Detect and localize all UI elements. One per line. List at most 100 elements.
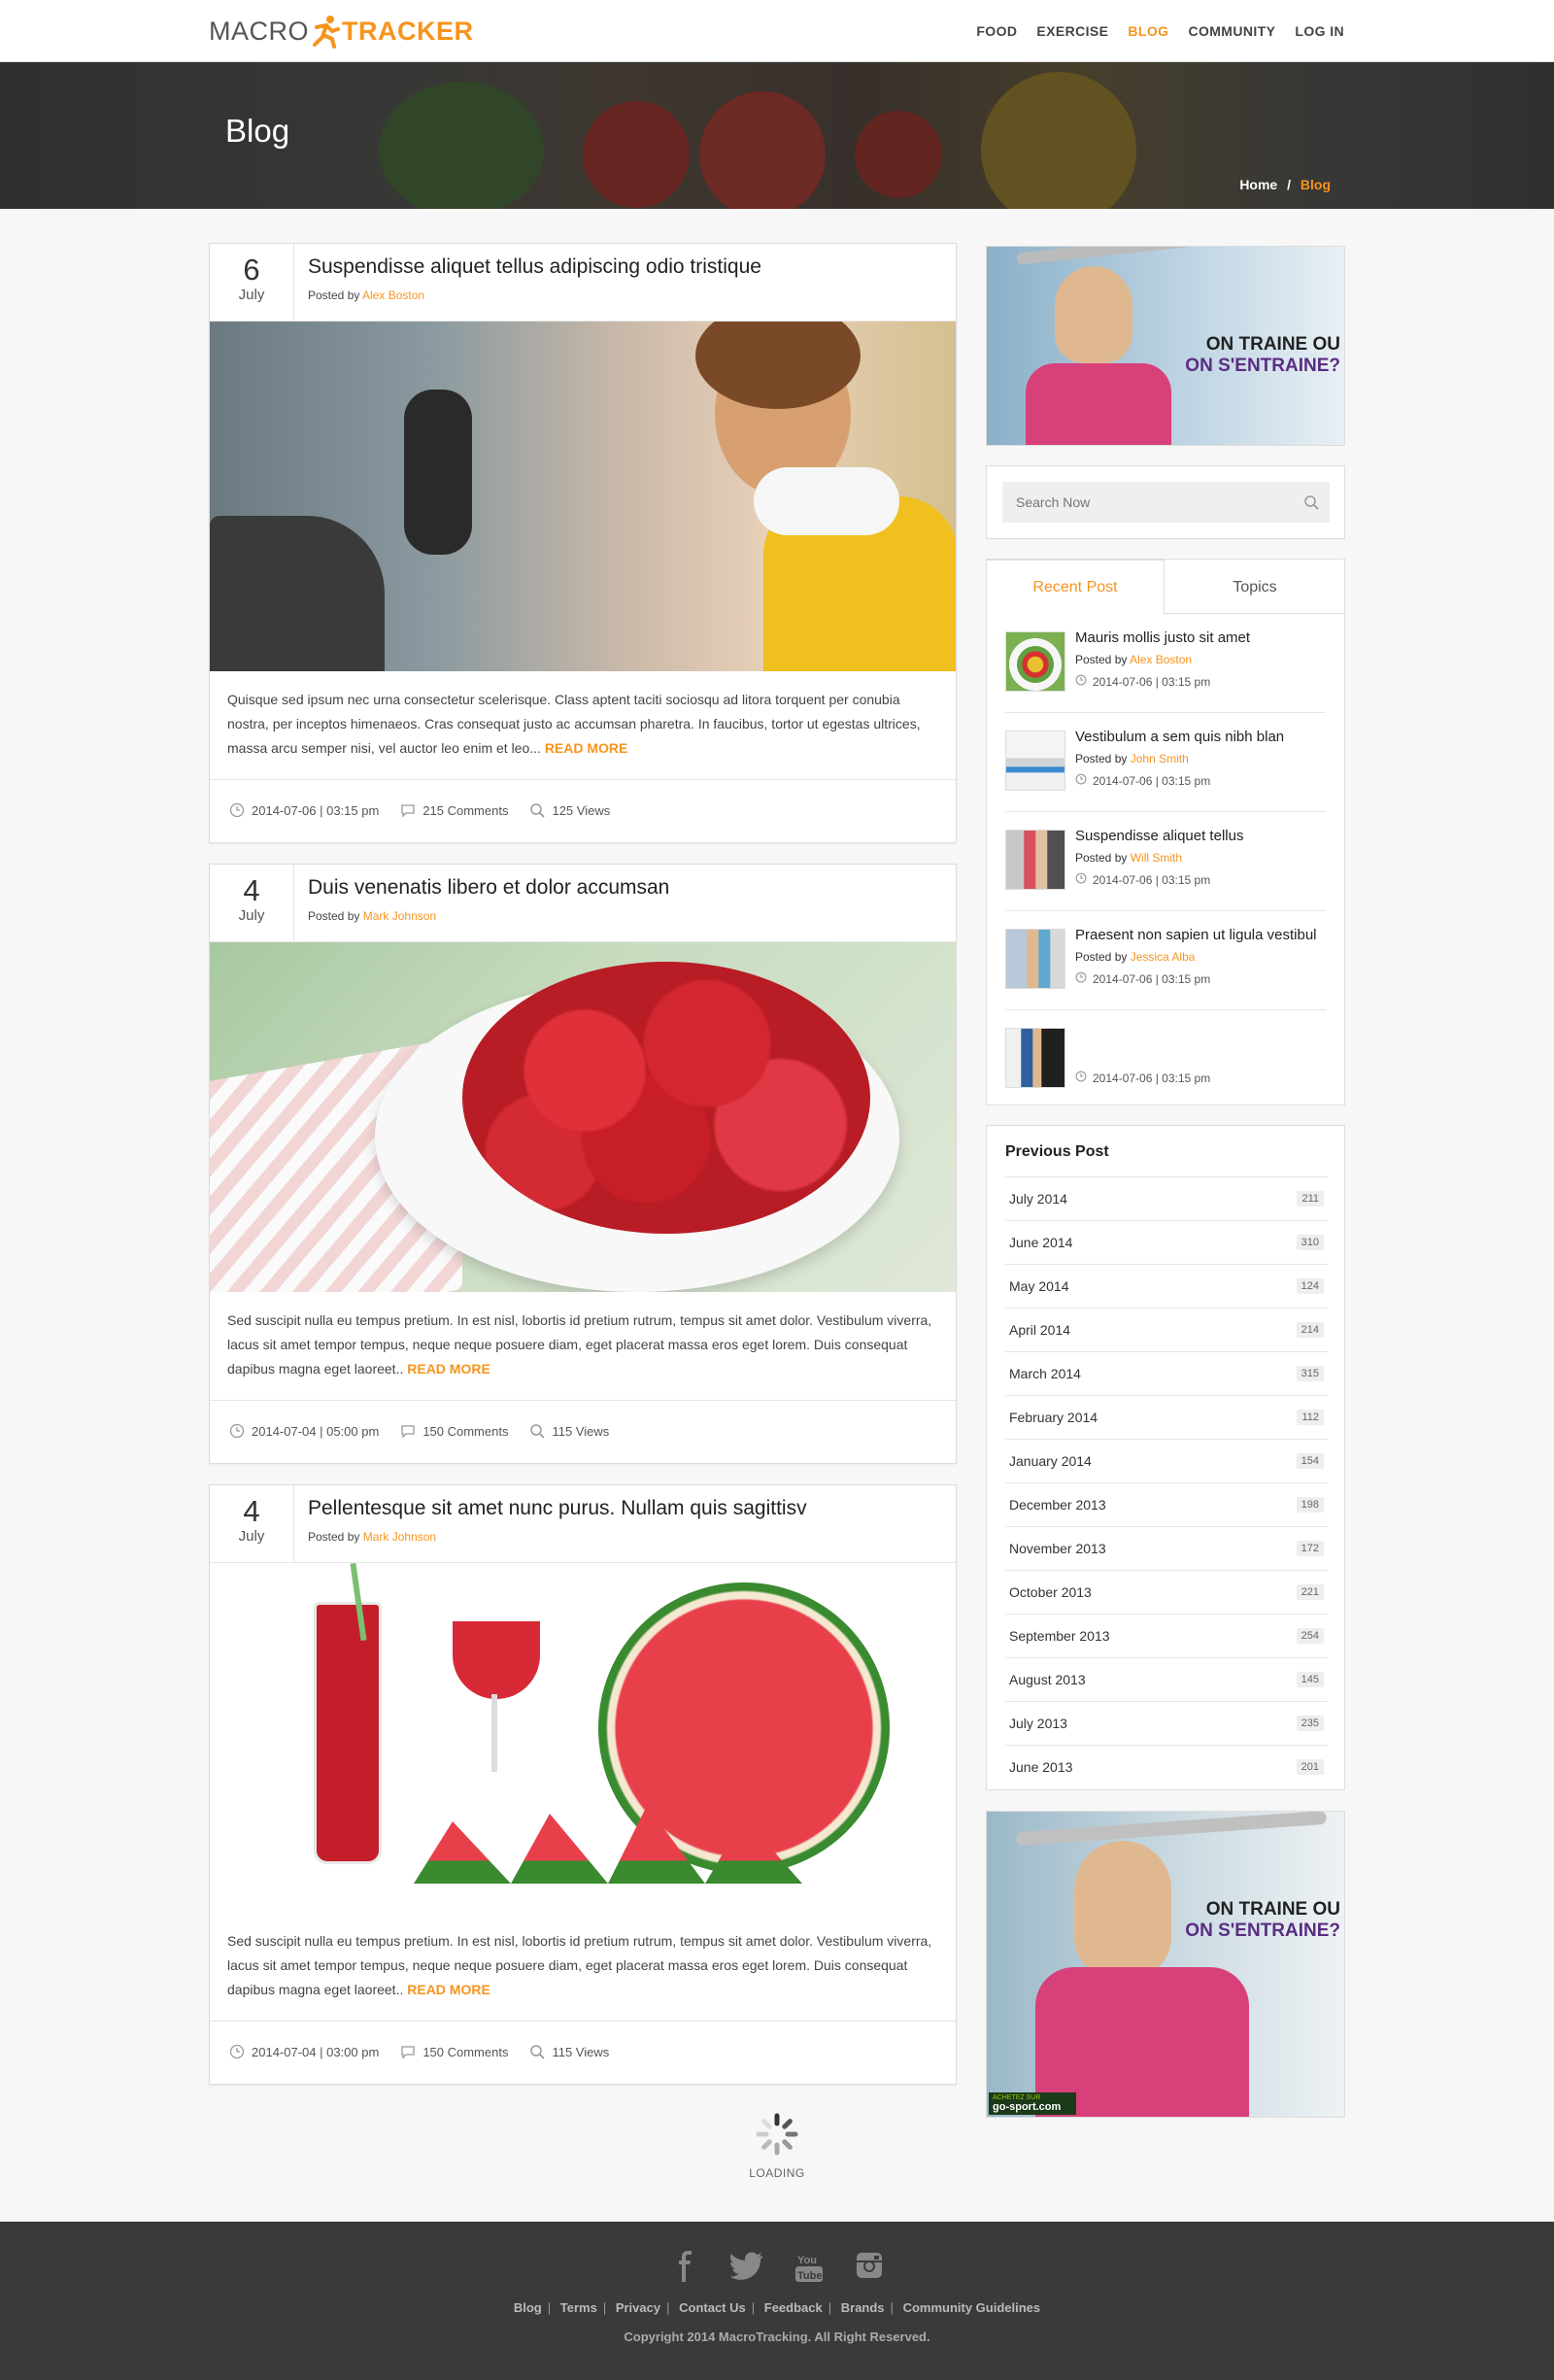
recent-post-thumb: [1005, 1028, 1065, 1088]
blog-post: 4 July Pellentesque sit amet nunc purus.…: [209, 1484, 957, 2085]
blog-post: 4 July Duis venenatis libero et dolor ac…: [209, 864, 957, 1464]
archive-item[interactable]: May 2014 124: [1005, 1264, 1328, 1308]
clock-icon: [229, 2044, 245, 2062]
recent-post-item[interactable]: Mauris mollis justo sit amet Posted by A…: [1005, 614, 1326, 713]
archive-item[interactable]: June 2013 201: [1005, 1745, 1328, 1788]
footer-link-blog[interactable]: Blog: [514, 2300, 542, 2315]
tab-recent-post[interactable]: Recent Post: [986, 560, 1165, 615]
breadcrumb-home[interactable]: Home: [1239, 177, 1277, 192]
count-badge: 254: [1296, 1628, 1324, 1644]
post-meta: 2014-07-04 | 05:00 pm 150 Comments 115 V…: [210, 1401, 956, 1463]
main-nav: FOOD EXERCISE BLOG COMMUNITY LOG IN: [976, 0, 1344, 62]
post-title[interactable]: Pellentesque sit amet nunc purus. Nullam…: [308, 1497, 807, 1520]
clock-icon: [1075, 1071, 1087, 1085]
post-image-strawberries[interactable]: [210, 942, 956, 1292]
footer-link-terms[interactable]: Terms: [560, 2300, 597, 2315]
post-excerpt: Sed suscipit nulla eu tempus pretium. In…: [210, 1913, 956, 2022]
count-badge: 201: [1296, 1759, 1324, 1775]
facebook-icon[interactable]: [670, 2251, 699, 2289]
archive-item[interactable]: October 2013 221: [1005, 1570, 1328, 1614]
post-date: 4 July: [210, 865, 294, 942]
ad-line-2: ON S'ENTRAINE?: [1185, 1921, 1340, 1941]
footer-link-guidelines[interactable]: Community Guidelines: [903, 2300, 1041, 2315]
archive-item[interactable]: September 2013 254: [1005, 1614, 1328, 1657]
blog-post: 6 July Suspendisse aliquet tellus adipis…: [209, 243, 957, 843]
archive-item[interactable]: June 2014 310: [1005, 1220, 1328, 1264]
clock-icon: [1075, 773, 1087, 788]
archive-item[interactable]: February 2014 112: [1005, 1395, 1328, 1439]
sidebar-ad-bottom[interactable]: ON TRAINE OU ON S'ENTRAINE? ACHETEZ SUR …: [986, 1811, 1345, 2118]
post-author: Posted by Alex Boston: [308, 289, 425, 302]
nav-food[interactable]: FOOD: [976, 23, 1017, 39]
woman-head-shape: [1055, 266, 1132, 363]
footer-link-contact[interactable]: Contact Us: [679, 2300, 746, 2315]
search-input[interactable]: [1002, 482, 1330, 523]
recent-post-item[interactable]: Suspendisse aliquet tellus Posted by Wil…: [1005, 812, 1326, 911]
post-meta: 2014-07-06 | 03:15 pm 215 Comments 125 V…: [210, 780, 956, 842]
nav-community[interactable]: COMMUNITY: [1188, 23, 1275, 39]
tab-topics[interactable]: Topics: [1165, 560, 1345, 615]
post-image-woman-cycling[interactable]: [210, 322, 956, 671]
footer-link-brands[interactable]: Brands: [841, 2300, 885, 2315]
clock-icon: [1075, 674, 1087, 689]
archive-item[interactable]: July 2013 235: [1005, 1701, 1328, 1745]
nav-blog[interactable]: BLOG: [1128, 23, 1168, 39]
instagram-icon[interactable]: [855, 2251, 884, 2289]
archive-item[interactable]: January 2014 154: [1005, 1439, 1328, 1482]
archive-item[interactable]: March 2014 315: [1005, 1351, 1328, 1395]
sidebar-ad-top[interactable]: ON TRAINE OU ON S'ENTRAINE?: [986, 246, 1345, 446]
hero-banner: Blog Home / Blog: [0, 62, 1554, 209]
svg-text:Tube: Tube: [797, 2270, 822, 2282]
archive-item[interactable]: July 2014 211: [1005, 1176, 1328, 1220]
post-author: Posted by Mark Johnson: [308, 1530, 437, 1544]
archive-list: July 2014 211 June 2014 310 May 2014 124 Ap…: [1005, 1176, 1328, 1788]
sidebar-search: [986, 465, 1345, 539]
recent-post-item[interactable]: 2014-07-06 | 03:15 pm: [1005, 1010, 1326, 1109]
clock-icon: [229, 1423, 245, 1442]
breadcrumb-separator: /: [1287, 177, 1291, 192]
read-more-link[interactable]: READ MORE: [545, 740, 628, 756]
site-logo[interactable]: MACRO TRACKER: [209, 14, 474, 49]
post-author: Posted by Mark Johnson: [308, 909, 437, 923]
count-badge: 145: [1296, 1672, 1324, 1687]
read-more-link[interactable]: READ MORE: [407, 1982, 490, 1997]
twitter-icon[interactable]: [729, 2251, 763, 2289]
recent-post-thumb: [1005, 631, 1065, 692]
count-badge: 198: [1296, 1497, 1324, 1513]
recent-post-item[interactable]: Praesent non sapien ut ligula vestibul P…: [1005, 911, 1326, 1010]
post-image-watermelon[interactable]: [210, 1563, 956, 1913]
recent-post-item[interactable]: Vestibulum a sem quis nibh blan Posted b…: [1005, 713, 1326, 812]
footer-link-privacy[interactable]: Privacy: [616, 2300, 660, 2315]
count-badge: 221: [1296, 1584, 1324, 1600]
svg-text:You: You: [797, 2255, 817, 2266]
page-title: Blog: [225, 113, 290, 149]
comment-icon: [400, 2044, 416, 2062]
breadcrumb-current: Blog: [1300, 177, 1331, 192]
count-badge: 214: [1296, 1322, 1324, 1338]
archive-item[interactable]: August 2013 145: [1005, 1657, 1328, 1701]
archive-item[interactable]: April 2014 214: [1005, 1308, 1328, 1351]
read-more-link[interactable]: READ MORE: [407, 1361, 490, 1377]
runner-logo-icon: [313, 16, 340, 49]
post-title[interactable]: Duis venenatis libero et dolor accumsan: [308, 876, 669, 900]
towel-shape: [754, 467, 899, 535]
clock-icon: [1075, 872, 1087, 887]
archive-item[interactable]: November 2013 172: [1005, 1526, 1328, 1570]
nav-login[interactable]: LOG IN: [1295, 23, 1344, 39]
pullup-bar-shape: [1015, 1812, 1328, 1847]
search-icon[interactable]: [1303, 494, 1319, 515]
post-date: 4 July: [210, 1485, 294, 1563]
sidebar-tabs: Recent Post Topics Mauris mollis justo s…: [986, 559, 1345, 1105]
nav-exercise[interactable]: EXERCISE: [1036, 23, 1108, 39]
cup-stem-shape: [491, 1694, 497, 1772]
count-badge: 172: [1296, 1541, 1324, 1556]
post-title[interactable]: Suspendisse aliquet tellus adipiscing od…: [308, 255, 761, 279]
ad-line-2: ON S'ENTRAINE?: [1185, 356, 1340, 376]
footer-link-feedback[interactable]: Feedback: [764, 2300, 823, 2315]
bike-console-shape: [210, 516, 385, 671]
person-shape: [404, 390, 472, 555]
archive-item[interactable]: December 2013 198: [1005, 1482, 1328, 1526]
previous-post-archive: Previous Post July 2014 211 June 2014 310 …: [986, 1125, 1345, 1790]
youtube-icon[interactable]: You Tube: [794, 2251, 824, 2289]
watermelon-slices-shape: [414, 1806, 802, 1884]
